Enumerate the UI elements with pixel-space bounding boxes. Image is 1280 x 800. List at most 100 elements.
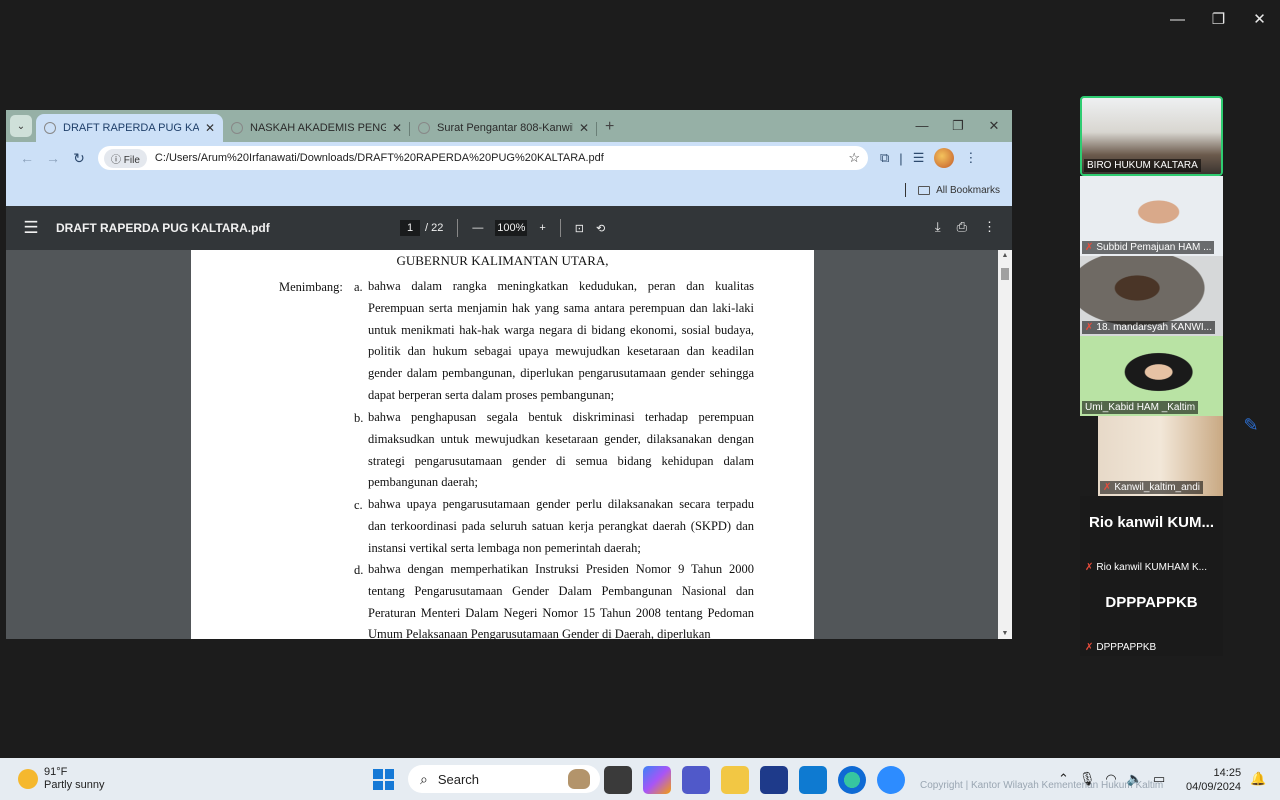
- rotate-icon[interactable]: ⟲: [596, 222, 605, 235]
- teams-app-icon[interactable]: [682, 766, 710, 794]
- pencil-icon[interactable]: ✎: [1240, 415, 1262, 437]
- participant-name-text: Subbid Pemajuan HAM ...: [1096, 242, 1212, 253]
- notification-bell-icon[interactable]: 🔔: [1250, 771, 1266, 787]
- pager-separator: [559, 219, 561, 237]
- item-text: bahwa dengan memperhatikan Instruksi Pre…: [368, 562, 754, 639]
- zoom-out-icon[interactable]: —: [472, 222, 483, 234]
- scroll-thumb[interactable]: [1001, 268, 1009, 280]
- pdf-page: GUBERNUR KALIMANTAN UTARA, Menimbang: a.…: [191, 250, 814, 639]
- browser-restore-button[interactable]: ❐: [940, 110, 976, 142]
- item-text: bahwa dalam rangka meningkatkan keduduka…: [368, 279, 754, 402]
- mic-muted-icon: ✗: [1103, 482, 1112, 493]
- scroll-down-icon[interactable]: ▼: [998, 630, 1012, 637]
- bookmark-star-icon[interactable]: ☆: [848, 150, 860, 166]
- zoom-level-input[interactable]: 100%: [495, 220, 528, 236]
- weather-desc: Partly sunny: [44, 779, 105, 791]
- search-highlight-icon: [568, 769, 590, 789]
- store-app-icon[interactable]: [799, 766, 827, 794]
- desktop: — ❐ ✕ ⌄ DRAFT RAPERDA PUG KALTARA ✕ NASK…: [0, 0, 1280, 800]
- menu-kebab-icon[interactable]: ⋮: [964, 150, 977, 166]
- profile-avatar[interactable]: [934, 148, 955, 168]
- toolbar-separator: |: [899, 150, 903, 166]
- considering-label: Menimbang:: [279, 280, 343, 294]
- fit-page-icon[interactable]: ⊡: [575, 222, 584, 235]
- battery-icon[interactable]: ▭: [1153, 771, 1165, 787]
- scroll-up-icon[interactable]: ▲: [998, 252, 1012, 259]
- tab-surat-pengantar[interactable]: Surat Pengantar 808-Kanwil.pdf ✕: [410, 114, 597, 142]
- pdf-pager: 1 / 22 — 100% + ⊡ ⟲: [400, 219, 605, 237]
- tab-strip: ⌄ DRAFT RAPERDA PUG KALTARA ✕ NASKAH AKA…: [6, 110, 1012, 142]
- chevron-up-icon[interactable]: ⌃: [1058, 771, 1069, 787]
- reload-icon[interactable]: ↻: [66, 150, 92, 167]
- extensions-icon[interactable]: ⧉: [880, 150, 889, 166]
- close-icon[interactable]: ✕: [579, 121, 589, 135]
- zoom-in-icon[interactable]: +: [539, 222, 545, 234]
- mic-muted-icon: ✗: [1085, 562, 1094, 573]
- participant-tile[interactable]: ✗ Kanwil_kaltim_andi: [1098, 416, 1223, 496]
- new-tab-button[interactable]: +: [605, 118, 614, 136]
- close-button[interactable]: ✕: [1239, 8, 1280, 32]
- participant-tile[interactable]: DPPPAPPKB ✗ DPPPAPPKB: [1080, 576, 1223, 656]
- speaker-icon[interactable]: 🔈: [1127, 771, 1143, 787]
- pdf-toolbar: ☰ DRAFT RAPERDA PUG KALTARA.pdf 1 / 22 —…: [6, 206, 1012, 250]
- close-icon[interactable]: ✕: [392, 121, 402, 135]
- tab-naskah-akademis[interactable]: NASKAH AKADEMIS PENGARUS ✕: [223, 114, 410, 142]
- editor-app-icon[interactable]: [760, 766, 788, 794]
- edge-browser-icon[interactable]: [838, 766, 866, 794]
- microphone-icon[interactable]: 🎙: [1079, 771, 1096, 787]
- browser-minimize-button[interactable]: —: [904, 110, 940, 142]
- sidebar-menu-icon[interactable]: ☰: [6, 218, 56, 238]
- url-text[interactable]: C:/Users/Arum%20Irfanawati/Downloads/DRA…: [155, 152, 848, 164]
- item-letter: c.: [354, 498, 363, 512]
- system-tray: ⌃ 🎙 ◠ 🔈 ▭: [1058, 771, 1165, 787]
- file-chip[interactable]: ⓘ File: [104, 148, 147, 168]
- wifi-icon[interactable]: ◠: [1105, 771, 1116, 787]
- browser-close-button[interactable]: ✕: [976, 110, 1012, 142]
- all-bookmarks-link[interactable]: All Bookmarks: [936, 185, 1000, 196]
- document-heading: GUBERNUR KALIMANTAN UTARA,: [396, 253, 609, 268]
- forward-icon[interactable]: →: [40, 150, 66, 166]
- minimize-button[interactable]: —: [1157, 8, 1198, 32]
- start-tile: [384, 780, 394, 790]
- search-placeholder: Search: [437, 771, 480, 787]
- start-tile: [373, 769, 383, 779]
- item-text: bahwa penghapusan segala bentuk diskrimi…: [368, 410, 754, 490]
- print-icon[interactable]: ⎙: [957, 219, 967, 235]
- item-letter: d.: [354, 563, 364, 577]
- page-total: / 22: [425, 222, 444, 234]
- item-letter: b.: [354, 411, 364, 425]
- close-icon[interactable]: ✕: [205, 121, 215, 135]
- participant-tile[interactable]: Rio kanwil KUM... ✗ Rio kanwil KUMHAM K..…: [1080, 496, 1223, 576]
- more-options-icon[interactable]: ⋮: [983, 219, 996, 235]
- restore-button[interactable]: ❐: [1198, 8, 1239, 32]
- pdf-viewer[interactable]: GUBERNUR KALIMANTAN UTARA, Menimbang: a.…: [6, 250, 1012, 639]
- participant-tile[interactable]: Umi_Kabid HAM _Kaltim: [1080, 336, 1223, 416]
- file-explorer-icon[interactable]: [721, 766, 749, 794]
- participant-tile[interactable]: ✗ 18. mandarsyah KANWI...: [1080, 256, 1223, 336]
- tab-separator: [596, 122, 597, 136]
- folder-icon: [918, 185, 931, 195]
- download-icon[interactable]: ⤓: [935, 219, 941, 235]
- start-tile: [384, 769, 394, 779]
- participant-tile[interactable]: ✗ Subbid Pemajuan HAM ...: [1080, 176, 1223, 256]
- page-number-input[interactable]: 1: [400, 220, 420, 236]
- item-text: bahwa upaya pengarusutamaan gender perlu…: [368, 497, 754, 555]
- weather-widget[interactable]: 91°F Partly sunny: [18, 766, 105, 792]
- pdf-actions: ⤓ ⎙ ⋮: [935, 219, 996, 235]
- pdf-scrollbar[interactable]: ▲ ▼: [998, 250, 1012, 639]
- back-icon[interactable]: ←: [14, 150, 40, 166]
- copilot-app-icon[interactable]: [643, 766, 671, 794]
- tab-draft-raperda[interactable]: DRAFT RAPERDA PUG KALTARA ✕: [36, 114, 223, 142]
- participant-name: Umi_Kabid HAM _Kaltim: [1082, 401, 1199, 414]
- taskbar-search[interactable]: ⌕ Search: [408, 765, 600, 793]
- zoom-app-icon[interactable]: [877, 766, 905, 794]
- participant-name-text: Kanwil_kaltim_andi: [1114, 482, 1200, 493]
- address-bar[interactable]: ⓘ File C:/Users/Arum%20Irfanawati/Downlo…: [98, 146, 868, 170]
- tab-search-dropdown[interactable]: ⌄: [10, 115, 32, 137]
- media-control-icon[interactable]: ☰: [913, 150, 925, 166]
- start-button[interactable]: [373, 769, 394, 790]
- globe-icon: [44, 122, 56, 134]
- participant-tile[interactable]: BIRO HUKUM KALTARA: [1080, 96, 1223, 176]
- clock[interactable]: 14:25 04/09/2024: [1186, 766, 1241, 794]
- terminal-app-icon[interactable]: [604, 766, 632, 794]
